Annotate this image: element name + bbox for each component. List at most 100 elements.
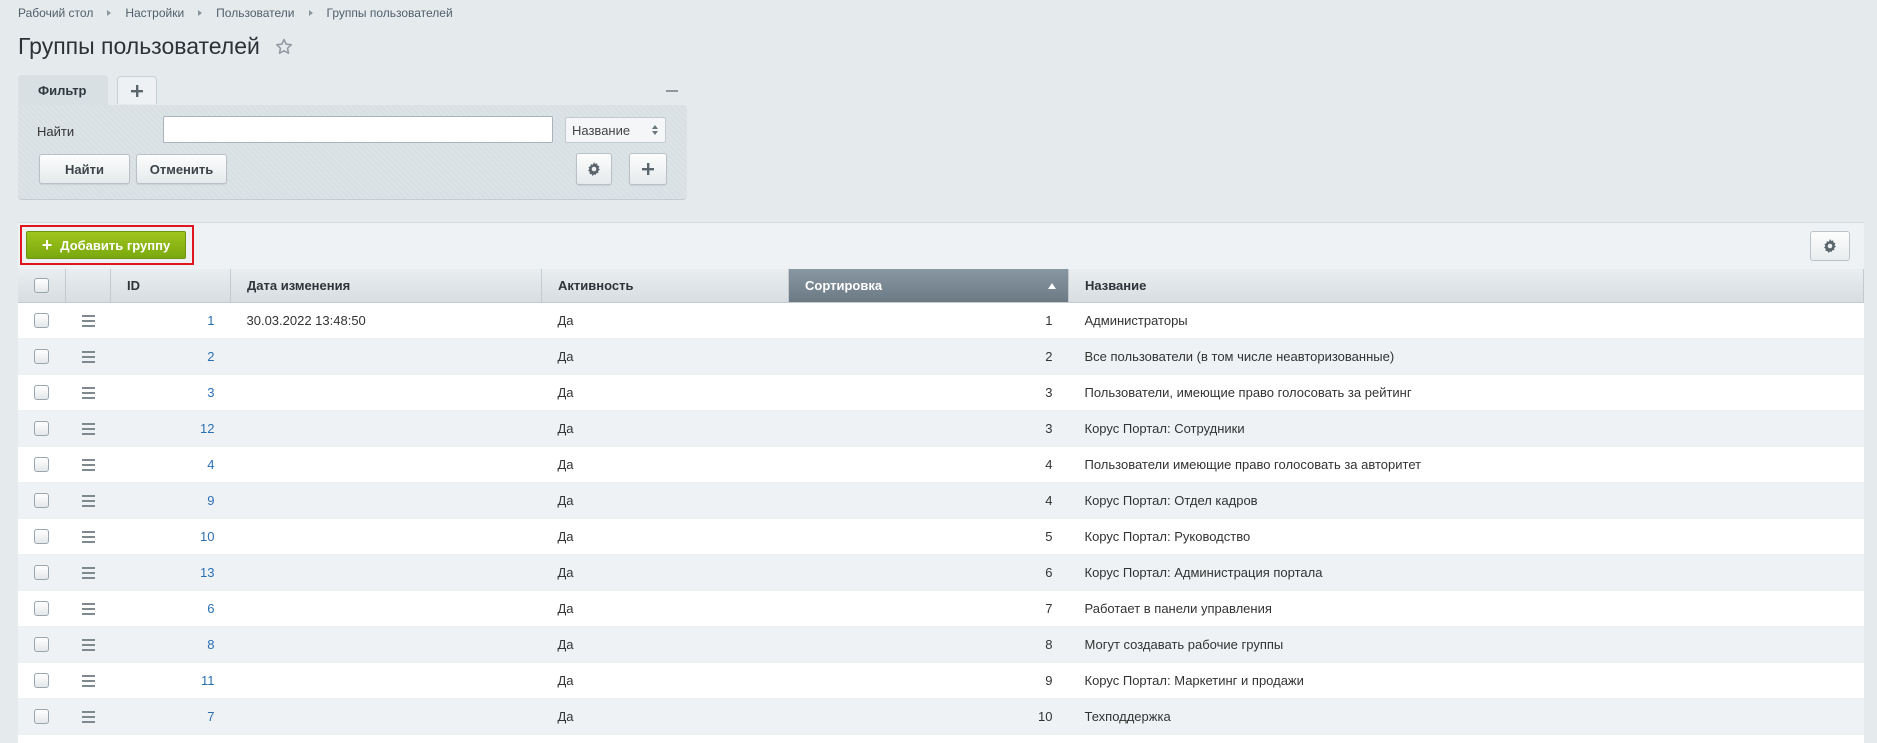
row-actions-menu-icon[interactable]: [81, 315, 95, 328]
column-header-date-modified[interactable]: Дата изменения: [230, 269, 542, 303]
breadcrumb-separator-icon: [308, 10, 313, 16]
cell-active: Да: [541, 482, 789, 519]
grid-settings-button[interactable]: [1810, 231, 1850, 261]
table-row[interactable]: 8 Да 8 Могут создавать рабочие группы: [18, 626, 1864, 663]
find-button[interactable]: Найти: [39, 154, 130, 184]
group-id-link[interactable]: 3: [207, 385, 214, 400]
group-id-link[interactable]: 11: [201, 673, 215, 688]
row-actions-menu-icon[interactable]: [81, 711, 95, 724]
select-all-checkbox[interactable]: [34, 278, 49, 294]
cell-sort: 8: [788, 626, 1069, 663]
row-checkbox[interactable]: [34, 385, 49, 401]
tab-filter[interactable]: Фильтр: [18, 75, 108, 106]
table-row[interactable]: 9 Да 4 Корус Портал: Отдел кадров: [18, 482, 1864, 519]
cell-name: Пользователи имеющие право голосовать за…: [1068, 446, 1864, 483]
row-actions-menu-icon[interactable]: [81, 387, 95, 400]
cell-date-modified: [230, 698, 542, 735]
plus-icon: [131, 84, 143, 97]
group-id-link[interactable]: 9: [207, 493, 214, 508]
table-row[interactable]: 6 Да 7 Работает в панели управления: [18, 590, 1864, 627]
column-header-active[interactable]: Активность: [541, 269, 789, 303]
table-row[interactable]: 1 30.03.2022 13:48:50 Да 1 Администраторы: [18, 302, 1864, 339]
group-id-link[interactable]: 13: [200, 565, 214, 580]
breadcrumb-item-user-groups[interactable]: Группы пользователей: [327, 6, 453, 20]
row-actions-menu-icon[interactable]: [81, 495, 95, 508]
row-actions-menu-icon[interactable]: [81, 423, 95, 436]
row-checkbox[interactable]: [34, 349, 49, 365]
cell-name: Все пользователи (в том числе неавторизо…: [1068, 338, 1864, 375]
cell-id: 6: [110, 590, 231, 627]
cell-date-modified: 30.03.2022 13:48:50: [230, 302, 542, 339]
breadcrumb-item-users[interactable]: Пользователи: [216, 6, 294, 20]
column-header-id[interactable]: ID: [110, 269, 231, 303]
groups-table: ID Дата изменения Активность Сортировка …: [18, 269, 1864, 735]
row-actions-menu-icon[interactable]: [81, 531, 95, 544]
row-checkbox-cell: [18, 662, 66, 699]
row-checkbox[interactable]: [34, 565, 49, 581]
search-input[interactable]: [163, 116, 553, 143]
cell-active: Да: [541, 302, 789, 339]
row-actions-menu-icon[interactable]: [81, 459, 95, 472]
row-actions-menu-icon[interactable]: [81, 351, 95, 364]
minimize-filter-icon[interactable]: [666, 90, 678, 92]
add-group-button[interactable]: + Добавить группу: [26, 231, 186, 259]
row-menu-cell: [65, 482, 111, 519]
table-row[interactable]: 3 Да 3 Пользователи, имеющие право голосова…: [18, 374, 1864, 411]
breadcrumb-item-desktop[interactable]: Рабочий стол: [18, 6, 93, 20]
row-menu-cell: [65, 410, 111, 447]
row-checkbox[interactable]: [34, 421, 49, 437]
row-menu-cell: [65, 554, 111, 591]
cancel-button[interactable]: Отменить: [136, 154, 227, 184]
search-field-select[interactable]: Название: [565, 117, 666, 143]
cell-date-modified: [230, 590, 542, 627]
row-checkbox[interactable]: [34, 637, 49, 653]
star-icon[interactable]: [274, 37, 294, 57]
group-id-link[interactable]: 6: [207, 601, 214, 616]
cell-sort: 7: [788, 590, 1069, 627]
row-actions-menu-icon[interactable]: [81, 675, 95, 688]
add-filter-field-button[interactable]: [629, 153, 667, 185]
filter-settings-button[interactable]: [576, 153, 612, 185]
cell-date-modified: [230, 338, 542, 375]
table-row[interactable]: 7 Да 10 Техподдержка: [18, 698, 1864, 735]
group-id-link[interactable]: 2: [207, 349, 214, 364]
group-id-link[interactable]: 12: [200, 421, 214, 436]
row-actions-menu-icon[interactable]: [81, 603, 95, 616]
find-label: Найти: [37, 124, 75, 139]
cell-name: Корус Портал: Маркетинг и продажи: [1068, 662, 1864, 699]
cell-sort: 5: [788, 518, 1069, 555]
grid-toolbar: + Добавить группу: [18, 222, 1864, 269]
row-checkbox[interactable]: [34, 457, 49, 473]
plus-icon: [642, 163, 654, 175]
row-checkbox-cell: [18, 698, 66, 735]
column-header-sort[interactable]: Сортировка: [788, 269, 1069, 303]
group-id-link[interactable]: 10: [200, 529, 214, 544]
column-header-name[interactable]: Название: [1068, 269, 1864, 303]
row-checkbox[interactable]: [34, 529, 49, 545]
group-id-link[interactable]: 1: [207, 313, 214, 328]
cell-sort: 2: [788, 338, 1069, 375]
group-id-link[interactable]: 8: [207, 637, 214, 652]
row-checkbox[interactable]: [34, 313, 49, 329]
row-checkbox[interactable]: [34, 709, 49, 725]
group-id-link[interactable]: 7: [207, 709, 214, 724]
group-id-link[interactable]: 4: [207, 457, 214, 472]
table-row[interactable]: 11 Да 9 Корус Портал: Маркетинг и продажи: [18, 662, 1864, 699]
add-filter-tab-button[interactable]: [117, 76, 157, 104]
cell-date-modified: [230, 482, 542, 519]
breadcrumb-item-settings[interactable]: Настройки: [125, 6, 184, 20]
row-actions-menu-icon[interactable]: [81, 639, 95, 652]
row-checkbox[interactable]: [34, 493, 49, 509]
row-checkbox[interactable]: [34, 673, 49, 689]
table-row[interactable]: 2 Да 2 Все пользователи (в том числе неавто…: [18, 338, 1864, 375]
filter-panel: Найти Название Найти Отменить: [18, 105, 687, 200]
table-row[interactable]: 10 Да 5 Корус Портал: Руководство: [18, 518, 1864, 555]
table-row[interactable]: 4 Да 4 Пользователи имеющие право голосоват…: [18, 446, 1864, 483]
table-row[interactable]: 12 Да 3 Корус Портал: Сотрудники: [18, 410, 1864, 447]
cell-active: Да: [541, 338, 789, 375]
row-actions-menu-icon[interactable]: [81, 567, 95, 580]
table-row[interactable]: 13 Да 6 Корус Портал: Администрация портала: [18, 554, 1864, 591]
cell-name: Техподдержка: [1068, 698, 1864, 735]
row-checkbox[interactable]: [34, 601, 49, 617]
row-checkbox-cell: [18, 626, 66, 663]
